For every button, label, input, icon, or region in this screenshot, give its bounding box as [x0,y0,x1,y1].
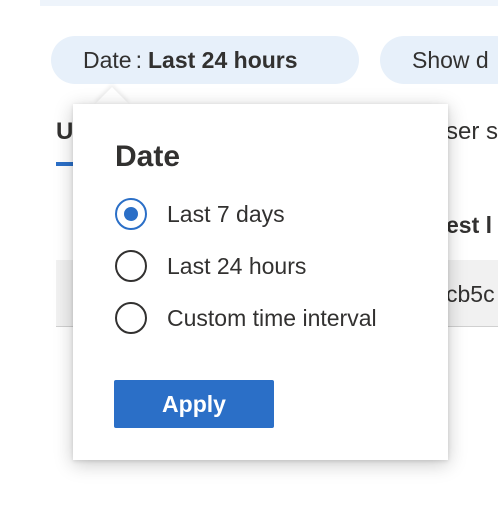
option-label: Last 7 days [167,200,285,227]
show-filter-pill[interactable]: Show d [380,36,498,84]
option-last-24-hours[interactable]: Last 24 hours [115,246,306,286]
option-label: Custom time interval [167,304,377,331]
background-tab-label[interactable]: U [56,118,73,146]
date-filter-label: Date [83,47,132,73]
option-custom-time-interval[interactable]: Custom time interval [115,298,377,338]
popover-title: Date [115,140,181,173]
page: Date: Last 24 hours Show d U ser s est l … [0,0,498,512]
top-banner-strip [40,0,498,6]
option-label: Last 24 hours [167,252,307,279]
apply-button[interactable]: Apply [114,380,274,428]
radio-selected-icon[interactable] [115,198,147,230]
radio-unselected-icon[interactable] [115,302,147,334]
popover-beak-cover [90,104,134,120]
show-filter-label: Show d [412,47,489,73]
date-popover: Date Last 7 days Last 24 hours Custom ti… [73,104,448,460]
background-header-text: ser s [446,118,498,145]
table-cell: cb5c [446,281,495,307]
date-filter-pill[interactable]: Date: Last 24 hours [51,36,359,84]
radio-unselected-icon[interactable] [115,250,147,282]
date-filter-value: Last 24 hours [147,47,298,73]
background-tab-indicator [56,162,74,166]
date-filter-separator: : [135,47,142,73]
option-last-7-days[interactable]: Last 7 days [115,194,285,234]
background-column-header: est l [446,212,493,238]
